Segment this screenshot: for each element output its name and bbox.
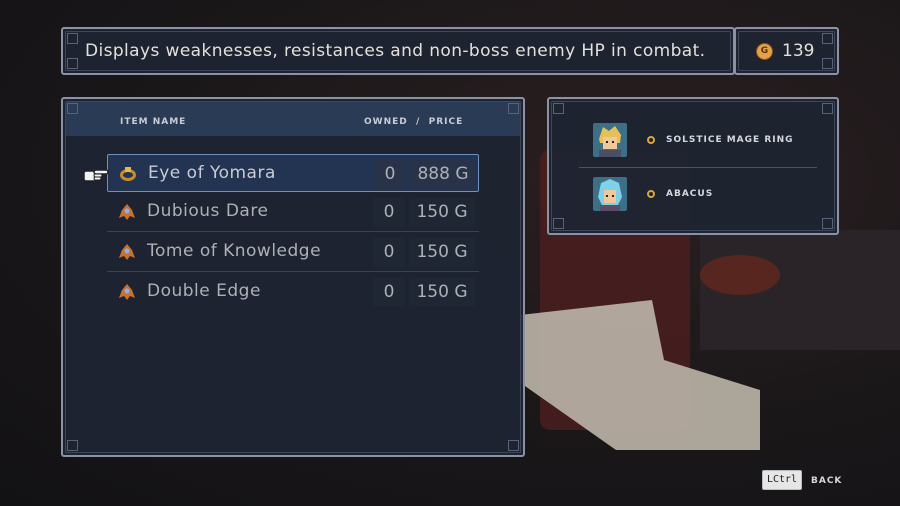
party-member[interactable]: SOLSTICE MAGE RING [593, 123, 829, 157]
back-label[interactable]: BACK [811, 476, 842, 486]
item-name-header: ITEM NAME [120, 117, 187, 127]
gold-amount: 139 [782, 41, 815, 61]
shop-item-row[interactable]: Tome of Knowledge 0 150 G [107, 233, 479, 272]
item-price: 150 G [409, 277, 475, 307]
item-price: 150 G [409, 197, 475, 227]
item-owned: 0 [374, 159, 406, 189]
blue-hair-hero-portrait-icon [593, 177, 627, 211]
divider [579, 167, 817, 168]
item-name: Eye of Yomara [148, 163, 276, 183]
shop-list-panel: ITEM NAME OWNED / PRICE Eye of Yomara 0 … [61, 97, 525, 457]
owned-header: OWNED / PRICE [364, 117, 464, 127]
equip-slot-icon [647, 136, 655, 144]
equip-slot-icon [647, 190, 655, 198]
lctrl-key-icon[interactable]: LCtrl [762, 470, 802, 490]
price-header: PRICE [428, 117, 464, 127]
item-name: Dubious Dare [147, 201, 269, 221]
party-member[interactable]: ABACUS [593, 177, 829, 211]
item-owned: 0 [373, 277, 405, 307]
relic-icon [119, 284, 135, 300]
relic-icon [119, 244, 135, 260]
item-name: Tome of Knowledge [147, 241, 322, 261]
relic-icon [119, 204, 135, 220]
item-description-panel: Displays weaknesses, resistances and non… [61, 27, 735, 75]
equipped-item-label: SOLSTICE MAGE RING [666, 135, 794, 145]
party-equipment-panel: SOLSTICE MAGE RING ABACUS [547, 97, 839, 235]
shop-item-row[interactable]: Eye of Yomara 0 888 G [107, 154, 479, 192]
shop-item-row[interactable]: Dubious Dare 0 150 G [107, 193, 479, 232]
pointing-hand-cursor-icon [83, 169, 109, 182]
shop-item-row[interactable]: Double Edge 0 150 G [107, 273, 479, 311]
shop-item-list: Eye of Yomara 0 888 G Dubious Dare 0 150… [107, 154, 479, 312]
blonde-hero-portrait-icon [593, 123, 627, 157]
item-price: 888 G [410, 159, 476, 189]
equipped-item-label: ABACUS [666, 189, 714, 199]
gold-coin-icon: G [756, 43, 773, 60]
gold-panel: G 139 [734, 27, 839, 75]
item-price: 150 G [409, 237, 475, 267]
ring-icon [120, 167, 136, 181]
item-owned: 0 [373, 237, 405, 267]
item-owned: 0 [373, 197, 405, 227]
item-description: Displays weaknesses, resistances and non… [85, 41, 706, 61]
item-name: Double Edge [147, 281, 261, 301]
shop-list-header: ITEM NAME OWNED / PRICE [66, 102, 520, 136]
